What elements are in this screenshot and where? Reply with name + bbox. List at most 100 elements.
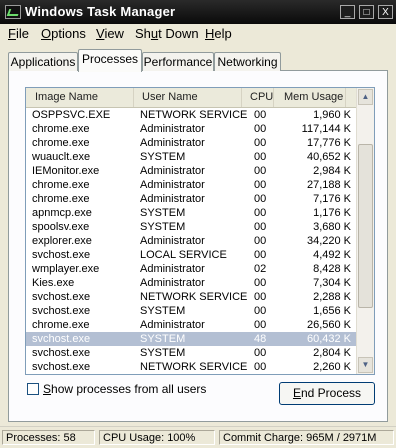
status-bar: Processes: 58 CPU Usage: 100% Commit Cha…: [0, 426, 396, 448]
table-row[interactable]: IEMonitor.exe Administrator 00 2,984 K: [26, 164, 357, 178]
process-mem-usage: 7,176 K: [313, 193, 351, 205]
maximize-button[interactable]: □: [359, 5, 374, 19]
process-user-name: NETWORK SERVICE: [140, 291, 248, 303]
column-header-user-name[interactable]: User Name: [134, 88, 242, 107]
menu-view[interactable]: View: [96, 26, 124, 41]
process-mem-usage: 1,960 K: [313, 109, 351, 121]
process-image-name: chrome.exe: [32, 123, 90, 135]
process-image-name: apnmcp.exe: [32, 207, 92, 219]
process-user-name: SYSTEM: [140, 207, 186, 219]
process-user-name: Administrator: [140, 165, 205, 177]
process-cpu: 00: [254, 235, 267, 247]
process-image-name: chrome.exe: [32, 193, 90, 205]
tab-processes[interactable]: Processes: [78, 49, 142, 72]
table-row[interactable]: chrome.exe Administrator 00 26,560 K: [26, 318, 357, 332]
tab-applications[interactable]: Applications: [8, 52, 78, 71]
table-row[interactable]: svchost.exe LOCAL SERVICE 00 4,492 K: [26, 248, 357, 262]
process-mem-usage: 117,144 K: [301, 123, 351, 135]
process-cpu: 00: [254, 221, 267, 233]
table-row[interactable]: svchost.exe SYSTEM 48 60,432 K: [26, 332, 357, 346]
table-row[interactable]: svchost.exe NETWORK SERVICE 00 2,260 K: [26, 360, 357, 374]
process-cpu: 00: [254, 319, 267, 331]
process-mem-usage: 60,432 K: [306, 333, 351, 345]
process-image-name: spoolsv.exe: [32, 221, 90, 233]
scroll-up-arrow-icon[interactable]: ▲: [358, 89, 373, 105]
scroll-down-arrow-icon[interactable]: ▼: [358, 357, 373, 373]
process-image-name: IEMonitor.exe: [32, 165, 100, 177]
process-cpu: 00: [254, 347, 267, 359]
process-cpu: 00: [254, 137, 267, 149]
process-mem-usage: 2,260 K: [313, 361, 351, 373]
process-image-name: Kies.exe: [32, 277, 75, 289]
process-cpu: 00: [254, 277, 267, 289]
process-user-name: NETWORK SERVICE: [140, 361, 248, 373]
process-user-name: Administrator: [140, 123, 205, 135]
process-mem-usage: 2,288 K: [313, 291, 351, 303]
process-mem-usage: 4,492 K: [313, 249, 351, 261]
show-all-processes-checkbox[interactable]: [27, 383, 39, 395]
vertical-scrollbar[interactable]: ▲ ▼: [356, 88, 374, 374]
table-row[interactable]: svchost.exe SYSTEM 00 1,656 K: [26, 304, 357, 318]
process-user-name: Administrator: [140, 137, 205, 149]
table-row[interactable]: svchost.exe SYSTEM 00 2,804 K: [26, 346, 357, 360]
table-row[interactable]: apnmcp.exe SYSTEM 00 1,176 K: [26, 206, 357, 220]
column-header-image-name[interactable]: Image Name: [26, 88, 134, 107]
table-row[interactable]: spoolsv.exe SYSTEM 00 3,680 K: [26, 220, 357, 234]
status-cpu-usage: CPU Usage: 100%: [99, 430, 215, 445]
table-row[interactable]: chrome.exe Administrator 00 7,176 K: [26, 192, 357, 206]
column-header-cpu[interactable]: CPU: [242, 88, 274, 107]
process-user-name: NETWORK SERVICE: [140, 109, 248, 121]
table-row[interactable]: wuauclt.exe SYSTEM 00 40,652 K: [26, 150, 357, 164]
end-process-button[interactable]: End Process: [279, 382, 375, 405]
minimize-button[interactable]: _: [340, 5, 355, 19]
task-manager-window: Windows Task Manager _ □ X File Options …: [0, 0, 396, 448]
process-mem-usage: 17,776 K: [306, 137, 351, 149]
process-mem-usage: 2,804 K: [313, 347, 351, 359]
column-header-mem-usage[interactable]: Mem Usage: [274, 88, 346, 107]
process-cpu: 00: [254, 249, 267, 261]
tab-networking[interactable]: Networking: [214, 52, 281, 71]
table-row[interactable]: chrome.exe Administrator 00 117,144 K: [26, 122, 357, 136]
close-button[interactable]: X: [378, 5, 393, 19]
table-row[interactable]: Kies.exe Administrator 00 7,304 K: [26, 276, 357, 290]
process-cpu: 00: [254, 151, 267, 163]
table-row[interactable]: explorer.exe Administrator 00 34,220 K: [26, 234, 357, 248]
menu-shut-down[interactable]: Shut Down: [135, 26, 199, 41]
status-commit-charge: Commit Charge: 965M / 2971M: [219, 430, 394, 445]
process-cpu: 00: [254, 193, 267, 205]
table-row[interactable]: chrome.exe Administrator 00 27,188 K: [26, 178, 357, 192]
process-image-name: OSPPSVC.EXE: [32, 109, 111, 121]
tab-performance[interactable]: Performance: [142, 52, 214, 71]
process-mem-usage: 1,176 K: [313, 207, 351, 219]
process-user-name: Administrator: [140, 277, 205, 289]
process-user-name: Administrator: [140, 193, 205, 205]
process-image-name: wmplayer.exe: [32, 263, 100, 275]
table-row[interactable]: OSPPSVC.EXE NETWORK SERVICE 00 1,960 K: [26, 108, 357, 122]
scrollbar-thumb[interactable]: [358, 144, 373, 308]
process-user-name: LOCAL SERVICE: [140, 249, 227, 261]
process-cpu: 00: [254, 305, 267, 317]
process-user-name: SYSTEM: [140, 333, 186, 345]
process-user-name: SYSTEM: [140, 221, 186, 233]
process-mem-usage: 27,188 K: [306, 179, 351, 191]
process-mem-usage: 3,680 K: [313, 221, 351, 233]
process-cpu: 00: [254, 123, 267, 135]
table-row[interactable]: wmplayer.exe Administrator 02 8,428 K: [26, 262, 357, 276]
title-bar[interactable]: Windows Task Manager _ □ X: [0, 0, 396, 24]
process-cpu: 00: [254, 165, 267, 177]
show-all-processes-label[interactable]: Show processes from all users: [43, 382, 206, 396]
menu-help[interactable]: Help: [205, 26, 232, 41]
menu-options[interactable]: Options: [41, 26, 86, 41]
process-mem-usage: 40,652 K: [306, 151, 351, 163]
process-cpu: 00: [254, 109, 267, 121]
process-image-name: chrome.exe: [32, 137, 90, 149]
process-image-name: chrome.exe: [32, 319, 90, 331]
table-row[interactable]: chrome.exe Administrator 00 17,776 K: [26, 136, 357, 150]
process-user-name: Administrator: [140, 179, 205, 191]
process-image-name: chrome.exe: [32, 179, 90, 191]
process-image-name: svchost.exe: [32, 249, 91, 261]
process-cpu: 02: [254, 263, 267, 275]
menu-file[interactable]: File: [8, 26, 29, 41]
table-row[interactable]: svchost.exe NETWORK SERVICE 00 2,288 K: [26, 290, 357, 304]
process-list[interactable]: Image Name User Name CPU Mem Usage OSPPS…: [25, 87, 375, 375]
